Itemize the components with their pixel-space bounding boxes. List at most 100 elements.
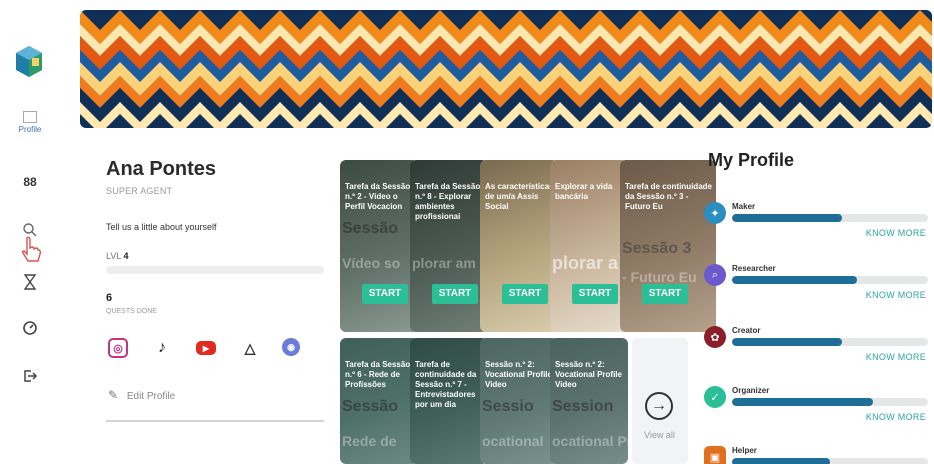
- quests-done-count: 6: [106, 292, 113, 304]
- sidebar-item-profile[interactable]: Profile: [0, 106, 60, 138]
- quest-card-title: Explorar a vida bancária: [555, 182, 613, 201]
- gauge-icon: [23, 321, 37, 335]
- sidebar-profile-label: Profile: [18, 124, 42, 134]
- quest-card-subtitle: Rede de: [342, 433, 397, 449]
- quest-card-title: As características de um/a Assis Social: [485, 182, 554, 211]
- trait-researcher: ⌕ Researcher KNOW MORE: [704, 264, 930, 322]
- trait-organizer: ✓ Organizer KNOW MORE: [704, 386, 930, 444]
- trait-name: Organizer: [732, 386, 770, 395]
- checklist-icon: ✓: [704, 386, 726, 408]
- trait-bar: [732, 276, 928, 284]
- social-links: ◎ ♪ ▶ △ ◉: [108, 338, 308, 360]
- trait-name: Helper: [732, 446, 757, 455]
- trait-name: Researcher: [732, 264, 776, 273]
- start-button[interactable]: START: [572, 284, 618, 304]
- view-all-label: View all: [644, 430, 675, 440]
- sidebar-item-dashboard[interactable]: [0, 318, 60, 338]
- trait-bar-fill: [732, 214, 842, 222]
- quest-card-watermark: Session: [552, 398, 614, 415]
- quest-card-title: Tarefa de continuidade da Sessão n.º 3 -…: [625, 182, 712, 211]
- start-button[interactable]: START: [362, 284, 408, 304]
- magnifier-icon: ⌕: [704, 264, 726, 286]
- logo-cube-icon[interactable]: [14, 44, 44, 84]
- profile-banner: [80, 10, 932, 128]
- know-more-link[interactable]: KNOW MORE: [866, 412, 926, 422]
- quest-card-watermark: Sessão: [342, 398, 399, 415]
- quest-card[interactable]: Sessão n.º 2: Vocational Profile Video S…: [480, 338, 558, 464]
- profile-role: SUPER AGENT: [106, 186, 173, 196]
- edit-pencil-icon: ✎: [108, 388, 119, 402]
- level-progress-bar: [106, 266, 324, 274]
- divider: [106, 420, 324, 422]
- trait-bar: [732, 214, 928, 222]
- quest-card-title: Tarefa de continuidade da Sessão n.º 7 -…: [415, 360, 477, 409]
- edit-profile-label: Edit Profile: [126, 391, 176, 402]
- trait-bar: [732, 458, 928, 464]
- arrow-right-icon: →: [645, 392, 673, 420]
- palette-icon: ✿: [704, 326, 726, 348]
- discord-icon[interactable]: ◉: [282, 338, 300, 356]
- edit-profile-button[interactable]: ✎ Edit Profile: [108, 388, 175, 402]
- quest-card-watermark: Sessio: [482, 398, 534, 415]
- start-button[interactable]: START: [642, 284, 688, 304]
- trait-maker: ✦ Maker KNOW MORE: [704, 202, 930, 260]
- trait-bar-fill: [732, 398, 874, 406]
- profile-about[interactable]: Tell us a little about yourself: [106, 222, 217, 232]
- trait-name: Maker: [732, 202, 756, 211]
- sidebar-item-grid[interactable]: 88: [0, 172, 60, 192]
- level-label: LVL: [106, 251, 122, 261]
- compass-icon: ✦: [704, 202, 726, 224]
- quest-card-subtitle: plorar a: [552, 253, 619, 273]
- quest-card[interactable]: Tarefa de continuidade da Sessão n.º 7 -…: [410, 338, 488, 464]
- view-all-button[interactable]: → View all: [632, 338, 688, 464]
- start-button[interactable]: START: [502, 284, 548, 304]
- quest-card-title: Tarefa da Sessão n.º 6 - Rede de Profiss…: [345, 360, 411, 389]
- quest-card[interactable]: Tarefa da Sessão n.º 6 - Rede de Profiss…: [340, 338, 418, 464]
- logout-icon: [24, 370, 38, 382]
- tiktok-icon[interactable]: ♪: [152, 338, 172, 358]
- google-drive-icon[interactable]: △: [240, 338, 260, 358]
- sidebar: Profile 88: [0, 0, 60, 464]
- quest-card[interactable]: Tarefa de continuidade da Sessão n.º 3 -…: [620, 160, 716, 332]
- trait-bar-fill: [732, 458, 830, 464]
- grid-icon: 88: [23, 175, 37, 189]
- instagram-icon[interactable]: ◎: [108, 338, 128, 358]
- youtube-icon[interactable]: ▶: [196, 341, 216, 355]
- hands-icon: ▣: [704, 446, 726, 464]
- quest-card-subtitle: ocational Pr: [552, 433, 628, 449]
- quest-card[interactable]: Sessão n.º 2: Vocational Profile Video S…: [550, 338, 628, 464]
- know-more-link[interactable]: KNOW MORE: [866, 290, 926, 300]
- trait-bar: [732, 338, 928, 346]
- start-button[interactable]: START: [432, 284, 478, 304]
- trait-helper: ▣ Helper: [704, 446, 930, 464]
- trait-creator: ✿ Creator KNOW MORE: [704, 326, 930, 384]
- broken-image-icon: [23, 110, 37, 123]
- quest-card-title: Tarefa da Sessão n.º 8 - Explorar ambien…: [415, 182, 481, 221]
- chevron-pattern-image: [80, 10, 932, 128]
- quest-card[interactable]: As características de um/a Assis Social …: [480, 160, 558, 332]
- quest-card[interactable]: Tarefa da Sessão n.º 8 - Explorar ambien…: [410, 160, 488, 332]
- my-profile-title: My Profile: [708, 150, 795, 170]
- quest-card-watermark: Sessão: [342, 220, 399, 237]
- quest-card-title: Sessão n.º 2: Vocational Profile Video: [485, 360, 552, 389]
- trait-bar-fill: [732, 338, 842, 346]
- hourglass-icon: [23, 274, 37, 290]
- sidebar-item-hourglass[interactable]: [0, 272, 60, 292]
- sidebar-item-logout[interactable]: [0, 366, 60, 386]
- know-more-link[interactable]: KNOW MORE: [866, 228, 926, 238]
- trait-name: Creator: [732, 326, 761, 335]
- trait-bar-fill: [732, 276, 858, 284]
- quest-card[interactable]: Tarefa da Sessão n.º 2 - Vídeo o Perfil …: [340, 160, 418, 332]
- quest-card-title: Tarefa da Sessão n.º 2 - Vídeo o Perfil …: [345, 182, 411, 211]
- trait-bar: [732, 398, 928, 406]
- quest-card-subtitle: ocational: [482, 433, 544, 449]
- quest-card-subtitle: plorar am: [412, 255, 476, 271]
- know-more-link[interactable]: KNOW MORE: [866, 352, 926, 362]
- level-text: LVL 4: [106, 251, 129, 261]
- quest-card[interactable]: Explorar a vida bancária plorar a START: [550, 160, 628, 332]
- level-value: 4: [123, 251, 129, 261]
- profile-name: Ana Pontes: [106, 158, 217, 180]
- quest-card-watermark: Sessão 3: [622, 240, 692, 257]
- quest-card-title: Sessão n.º 2: Vocational Profile Video: [555, 360, 622, 389]
- quests-done-label: QUESTS DONE: [106, 308, 157, 315]
